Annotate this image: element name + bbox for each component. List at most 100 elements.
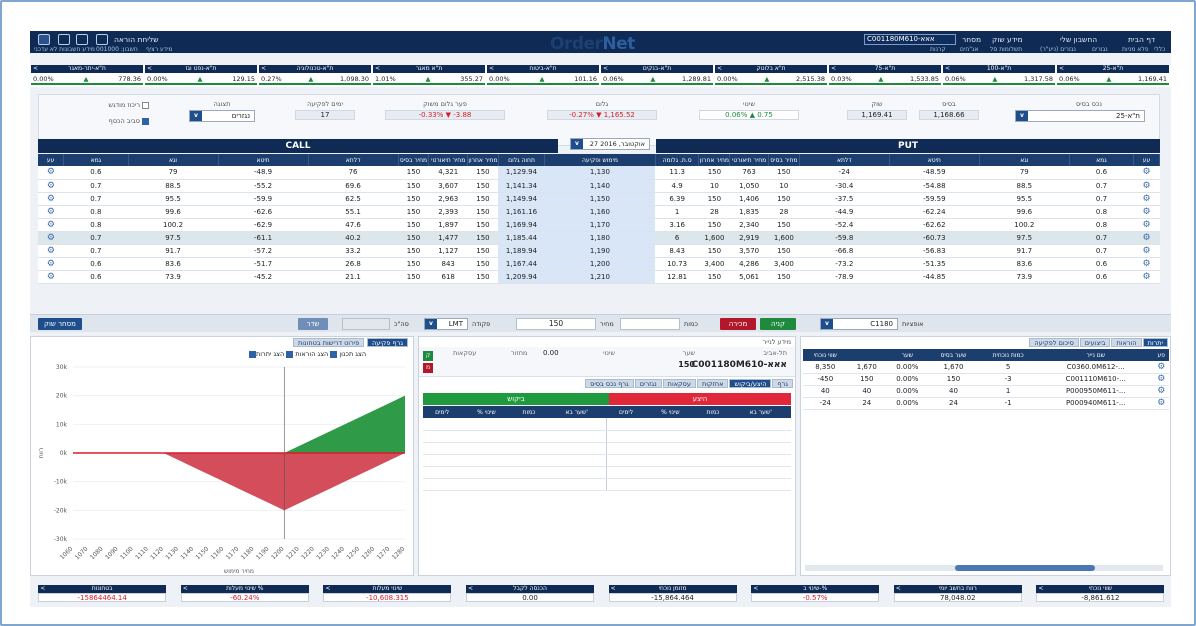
chevron-left-icon[interactable]: < xyxy=(325,585,330,593)
gear-icon[interactable]: ⚙ xyxy=(1133,179,1160,193)
chain-header[interactable]: תחוה גלום xyxy=(498,154,546,166)
expiry-select[interactable]: v 27 אוקטובר, 2016 xyxy=(570,138,650,150)
chain-row[interactable]: ⚙ 0.8 99.6 -62.6 55.1 150 2,393 150 1,161.16 1,16… xyxy=(38,205,1160,219)
gear-icon[interactable]: ⚙ xyxy=(38,166,64,180)
position-row[interactable]: 40 40 0.00% 40 1 P000950M611-... ⚙ xyxy=(803,385,1169,398)
chat-icon[interactable] xyxy=(58,34,70,45)
chevron-left-icon[interactable]: < xyxy=(603,65,608,73)
chain-row[interactable]: ⚙ 0.7 97.5 -61.1 40.2 150 1,477 150 1,185.44 1,18… xyxy=(38,231,1160,245)
chain-row[interactable]: ⚙ 0.8 100.2 -62.9 47.6 150 1,897 150 1,169.94 1,1… xyxy=(38,218,1160,232)
position-row[interactable]: -450 150 0.00% 150 -3 C001110M610-... ⚙ xyxy=(803,373,1169,386)
chain-row[interactable]: ⚙ 0.7 95.5 -59.9 62.5 150 2,963 150 1,149.94 1,15… xyxy=(38,192,1160,206)
chain-header[interactable]: וגא xyxy=(979,154,1070,166)
security-tab[interactable]: נגזרים xyxy=(634,379,662,388)
gear-icon[interactable]: ⚙ xyxy=(38,218,64,232)
positions-tab[interactable]: הוראות xyxy=(1111,338,1142,347)
qty-input[interactable] xyxy=(620,318,680,330)
chain-header[interactable]: עע xyxy=(38,154,65,166)
chain-header[interactable]: מחיר תיאורטי xyxy=(428,154,468,166)
buy-mini-button[interactable]: ק xyxy=(423,351,433,361)
chain-row[interactable]: ⚙ 0.7 88.5 -55.2 69.6 150 3,607 150 1,141.34 1,14… xyxy=(38,179,1160,193)
chain-header[interactable]: גמא xyxy=(1069,154,1135,166)
nav-trade[interactable]: מסחר xyxy=(962,35,981,44)
subnav-derivatives-ltd[interactable]: נגזרים (ניע"ר) xyxy=(1040,46,1076,53)
edit-icon[interactable] xyxy=(76,34,88,45)
chevron-left-icon[interactable]: < xyxy=(717,65,722,73)
index-tile[interactable]: < ת"א בלוטק 0.00% ▲ 2,515.38 xyxy=(715,65,827,87)
check-positions[interactable]: הצג יתרות xyxy=(256,350,294,358)
positions-header[interactable]: שווי נוכחי xyxy=(803,349,848,361)
tab-margin[interactable]: פירוט דרישות בטחונות xyxy=(293,338,365,347)
chevron-left-icon[interactable]: < xyxy=(261,65,266,73)
chain-header[interactable]: מחיר אחרון xyxy=(467,154,499,166)
index-tile[interactable]: < ת"א-100 0.06% ▲ 1,317.58 xyxy=(943,65,1055,87)
sell-mini-button[interactable]: מ xyxy=(423,363,433,373)
gear-icon[interactable]: ⚙ xyxy=(1133,218,1160,232)
chevron-left-icon[interactable]: < xyxy=(831,65,836,73)
gear-icon[interactable]: ⚙ xyxy=(1133,231,1160,245)
positions-tab[interactable]: ביצועים xyxy=(1079,338,1111,347)
positions-header[interactable]: פע xyxy=(1153,349,1169,361)
chain-header[interactable]: דלתא xyxy=(308,154,399,166)
gear-icon[interactable]: ⚙ xyxy=(1133,192,1160,206)
chain-header[interactable]: וגא xyxy=(128,154,219,166)
chain-header[interactable]: גמא xyxy=(63,154,129,166)
gear-icon[interactable]: ⚙ xyxy=(38,257,64,271)
gear-icon[interactable]: ⚙ xyxy=(38,179,64,193)
subnav-bonds[interactable]: אג"חים xyxy=(960,46,979,53)
chevron-left-icon[interactable]: < xyxy=(375,65,380,73)
index-tile[interactable]: < ת"א-נפט וגז 0.00% ▲ 129.15 xyxy=(145,65,257,87)
index-tile[interactable]: < ת"א-25 0.06% ▲ 1,169.41 xyxy=(1057,65,1169,87)
security-tab[interactable]: גרף xyxy=(772,379,793,388)
positions-header[interactable]: כמות נוכחית xyxy=(978,349,1039,361)
buy-button[interactable]: קניה xyxy=(760,318,796,330)
strategy-check[interactable]: ריכוז מודגש xyxy=(89,101,149,109)
chevron-left-icon[interactable]: < xyxy=(1059,65,1064,73)
chevron-left-icon[interactable]: < xyxy=(945,65,950,73)
chain-header[interactable]: דלתא xyxy=(799,154,890,166)
gear-icon[interactable]: ⚙ xyxy=(1133,270,1160,284)
position-row[interactable]: 8,350 1,670 0.00% 1,670 5 C0360.0M612-... ⚙ xyxy=(803,361,1169,374)
index-tile[interactable]: < ת"א-ביטוח 0.00% ▲ 101.16 xyxy=(487,65,599,87)
horizontal-scrollbar[interactable] xyxy=(805,565,1163,571)
index-tile[interactable]: < ת"א-בנקים 0.06% ▲ 1,289.81 xyxy=(601,65,713,87)
chain-row[interactable]: ⚙ 0.6 79 -48.9 76 150 4,321 150 1,129.94 1,130 11.… xyxy=(38,166,1160,180)
gear-icon[interactable]: ⚙ xyxy=(1133,166,1160,180)
chevron-left-icon[interactable]: < xyxy=(1038,585,1043,593)
chevron-left-icon[interactable]: < xyxy=(468,585,473,593)
gear-icon[interactable]: ⚙ xyxy=(1133,244,1160,258)
security-tab[interactable]: אחזקות xyxy=(696,379,729,388)
send-orders-link[interactable]: שליחת הוראה xyxy=(114,35,159,44)
account-number[interactable]: חשבון: 001000 xyxy=(96,46,138,53)
view-select[interactable]: v נגזרים xyxy=(189,110,255,122)
nav-home[interactable]: דף הבית xyxy=(1128,35,1155,44)
subnav-stocks[interactable]: פלא מניות xyxy=(1122,46,1148,53)
subnav-derivatives[interactable]: נגזרים xyxy=(1092,46,1108,53)
index-tile[interactable]: < ת"א-יתר-מאגר 0.00% ▲ 778.36 xyxy=(31,65,143,87)
chain-header[interactable]: מחיר אחרון xyxy=(698,154,731,166)
chain-header[interactable]: מחיר בסיס xyxy=(768,154,800,166)
positions-tab[interactable]: סיכום לפקיעה xyxy=(1029,338,1079,347)
security-tab[interactable]: גרף נכס בסיס xyxy=(585,379,634,388)
chain-header[interactable]: תיטא xyxy=(218,154,309,166)
gear-icon[interactable]: ⚙ xyxy=(38,192,64,206)
price-input[interactable]: 150 xyxy=(516,318,596,330)
chevron-left-icon[interactable]: < xyxy=(753,585,758,593)
gear-icon[interactable]: ⚙ xyxy=(38,244,64,258)
position-row[interactable]: -24 24 0.00% 24 -1 P000940M611-... ⚙ xyxy=(803,397,1169,410)
subnav-general[interactable]: כללי xyxy=(1154,46,1165,53)
user-icon[interactable] xyxy=(38,34,50,45)
chevron-left-icon[interactable]: < xyxy=(33,65,38,73)
index-tile[interactable]: < ת"א מאגר 1.01% ▲ 355.27 xyxy=(373,65,485,87)
tab-expiry-chart[interactable]: גרף פקיעה xyxy=(367,338,409,347)
chain-header[interactable]: תיטא xyxy=(889,154,980,166)
chain-header[interactable]: מימוש ופקיעה xyxy=(544,154,656,166)
security-tab[interactable]: היצע/ביקוש xyxy=(729,379,772,388)
chain-row[interactable]: ⚙ 0.6 73.9 -45.2 21.1 150 618 150 1,209.94 1,210 1… xyxy=(38,270,1160,284)
chevron-left-icon[interactable]: < xyxy=(489,65,494,73)
subnav-etf[interactable]: תשלומות סל xyxy=(990,46,1022,53)
gear-icon[interactable]: ⚙ xyxy=(38,231,64,245)
nav-market[interactable]: מידע שוק xyxy=(992,35,1023,44)
chevron-left-icon[interactable]: < xyxy=(896,585,901,593)
positions-header[interactable] xyxy=(847,349,886,361)
